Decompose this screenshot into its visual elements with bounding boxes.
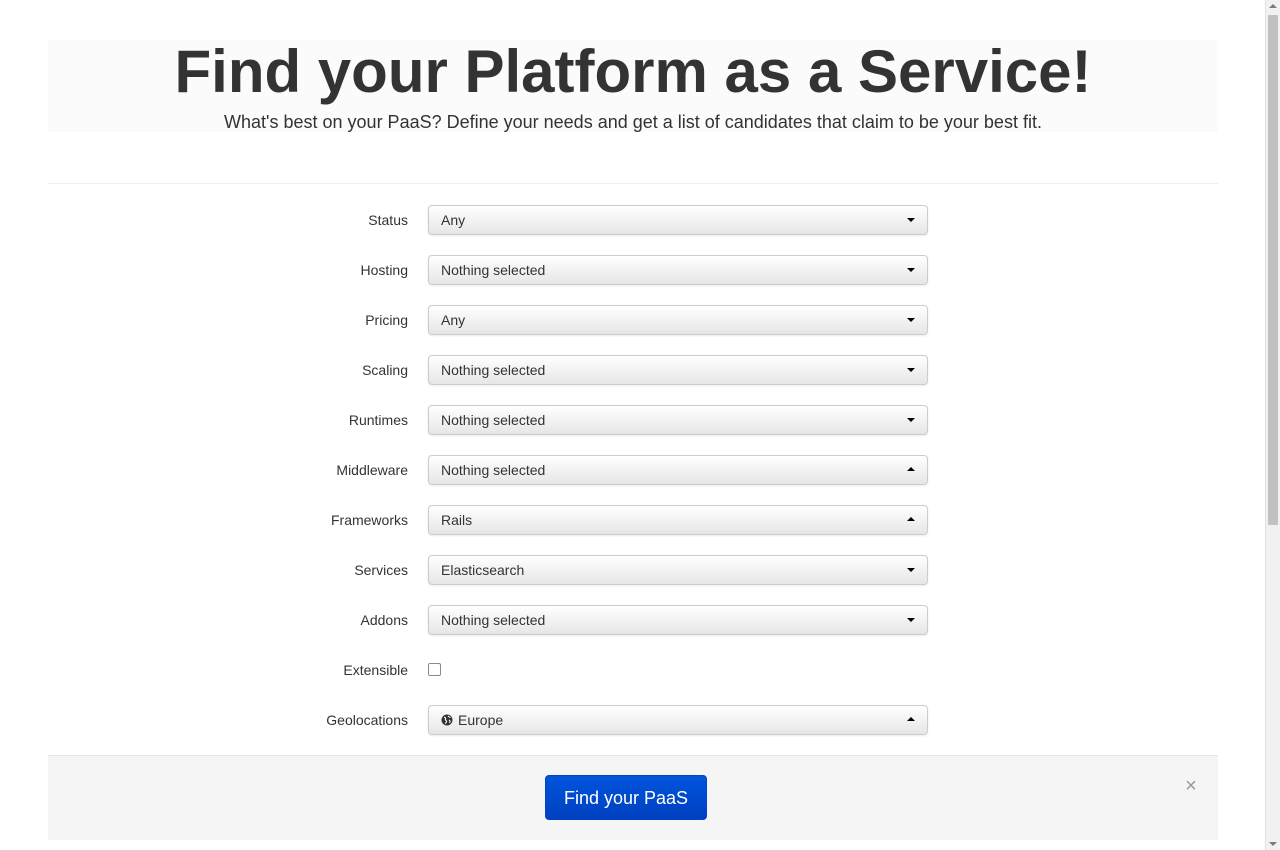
header-divider <box>48 183 1218 184</box>
status-label: Status <box>368 212 408 228</box>
page-title: Find your Platform as a Service! <box>174 38 1092 105</box>
form-row-frameworks: Frameworks Rails <box>48 505 1218 535</box>
scroll-thumb[interactable] <box>1268 15 1278 525</box>
frameworks-select-value: Rails <box>441 512 473 528</box>
addons-select[interactable]: Nothing selected <box>428 605 928 635</box>
caret-up-icon <box>907 717 915 721</box>
pricing-label: Pricing <box>365 312 408 328</box>
page-subtitle: What's best on your PaaS? Define your ne… <box>224 112 1042 132</box>
form-row-pricing: Pricing Any <box>48 305 1218 335</box>
caret-down-icon <box>907 618 915 622</box>
form-row-middleware: Middleware Nothing selected <box>48 455 1218 485</box>
form-row-extensible: Extensible <box>48 655 1218 685</box>
status-select-value: Any <box>441 212 466 228</box>
addons-select-value: Nothing selected <box>441 612 546 628</box>
form-row-runtimes: Runtimes Nothing selected <box>48 405 1218 435</box>
caret-down-icon <box>907 568 915 572</box>
form-row-addons: Addons Nothing selected <box>48 605 1218 635</box>
vertical-scrollbar[interactable] <box>1265 0 1280 850</box>
hosting-select[interactable]: Nothing selected <box>428 255 928 285</box>
main-container: Find your Platform as a Service! What's … <box>48 0 1218 850</box>
middleware-label: Middleware <box>336 462 408 478</box>
scaling-select-value: Nothing selected <box>441 362 546 378</box>
caret-down-icon <box>907 218 915 222</box>
form-row-services: Services Elasticsearch <box>48 555 1218 585</box>
action-bar: Find your PaaS × <box>48 755 1218 840</box>
middleware-select-value: Nothing selected <box>441 462 546 478</box>
form-row-scaling: Scaling Nothing selected <box>48 355 1218 385</box>
caret-down-icon <box>907 368 915 372</box>
form-row-hosting: Hosting Nothing selected <box>48 255 1218 285</box>
frameworks-label: Frameworks <box>330 512 408 528</box>
caret-down-icon <box>907 268 915 272</box>
form-row-geolocations: Geolocations Europe <box>48 705 1218 735</box>
extensible-checkbox[interactable] <box>428 663 441 676</box>
runtimes-select[interactable]: Nothing selected <box>428 405 928 435</box>
services-select[interactable]: Elasticsearch <box>428 555 928 585</box>
addons-label: Addons <box>360 612 408 628</box>
middleware-select[interactable]: Nothing selected <box>428 455 928 485</box>
hosting-label: Hosting <box>360 262 408 278</box>
status-select[interactable]: Any <box>428 205 928 235</box>
form-row-status: Status Any <box>48 205 1218 235</box>
caret-down-icon <box>907 418 915 422</box>
scaling-label: Scaling <box>362 362 408 378</box>
geolocations-label: Geolocations <box>326 712 408 728</box>
geolocations-select[interactable]: Europe <box>428 705 928 735</box>
scroll-down-arrow-icon[interactable] <box>1269 842 1277 846</box>
scroll-up-arrow-icon[interactable] <box>1269 4 1277 8</box>
scaling-select[interactable]: Nothing selected <box>428 355 928 385</box>
frameworks-select[interactable]: Rails <box>428 505 928 535</box>
runtimes-label: Runtimes <box>348 412 408 428</box>
close-icon[interactable]: × <box>1184 775 1198 797</box>
caret-up-icon <box>907 517 915 521</box>
services-select-value: Elasticsearch <box>441 562 525 578</box>
geolocations-select-value: Europe <box>458 712 504 728</box>
services-label: Services <box>354 562 408 578</box>
globe-icon <box>441 714 453 726</box>
hosting-select-value: Nothing selected <box>441 262 546 278</box>
page: Find your Platform as a Service! What's … <box>0 0 1280 850</box>
geolocations-select-value-wrap: Europe <box>441 706 503 734</box>
pricing-select[interactable]: Any <box>428 305 928 335</box>
runtimes-select-value: Nothing selected <box>441 412 546 428</box>
find-your-paas-button[interactable]: Find your PaaS <box>545 775 707 820</box>
caret-down-icon <box>907 318 915 322</box>
extensible-label: Extensible <box>343 662 408 678</box>
pricing-select-value: Any <box>441 312 466 328</box>
caret-up-icon <box>907 467 915 471</box>
